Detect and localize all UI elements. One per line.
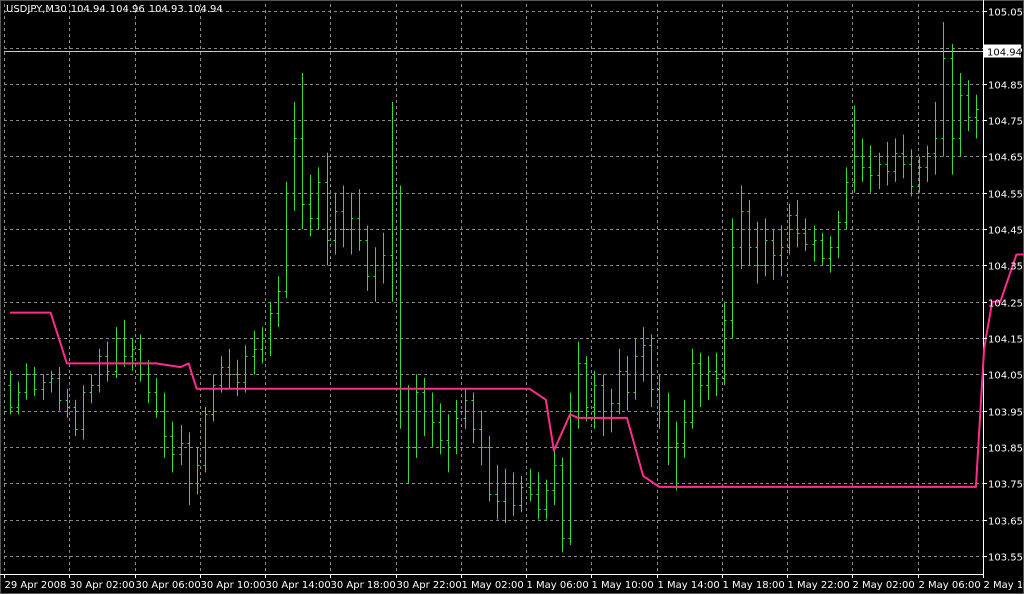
time-tick-label: 1 May 14:00 [658,580,720,591]
time-tick-label: 30 Apr 10:00 [201,580,266,591]
time-tick-label: 30 Apr 06:00 [136,580,201,591]
current-price-tag-label: 104.94 [987,48,1022,59]
time-tick-label: 30 Apr 22:00 [397,580,462,591]
chart-canvas[interactable]: 105.05104.95104.85104.75104.65104.55104.… [0,0,1024,594]
chart-window[interactable]: 105.05104.95104.85104.75104.65104.55104.… [0,0,1024,594]
price-tick-label: 104.85 [988,81,1023,92]
time-tick-label: 1 May 18:00 [723,580,785,591]
plot-background [0,0,1024,594]
low-value: 104.93 [148,4,184,15]
time-tick-label: 2 May 06:00 [919,580,981,591]
price-tick-label: 103.65 [988,517,1023,528]
price-tick-label: 104.05 [988,371,1023,382]
time-tick-label: 1 May 22:00 [788,580,850,591]
time-tick-label: 29 Apr 2008 [5,580,67,591]
time-tick-label: 1 May 02:00 [462,580,524,591]
time-tick-label: 30 Apr 14:00 [266,580,331,591]
time-tick-label: 2 May 10:00 [984,580,1024,591]
price-tick-label: 104.55 [988,190,1023,201]
time-tick-label: 30 Apr 18:00 [331,580,396,591]
price-tick-label: 104.15 [988,335,1023,346]
time-tick-label: 1 May 10:00 [592,580,654,591]
price-tick-label: 104.75 [988,117,1023,128]
price-tick-label: 105.05 [988,8,1023,19]
price-tick-label: 103.85 [988,444,1023,455]
price-tick-label: 104.25 [988,299,1023,310]
time-tick-label: 30 Apr 02:00 [70,580,135,591]
price-tick-label: 103.55 [988,553,1023,564]
price-tick-label: 103.75 [988,480,1023,491]
symbol-label: USDJPY,M30 [6,4,67,15]
current-price-tag: 104.94 [984,44,1022,59]
chart-header: USDJPY,M30 104.94 104.96 104.93 104.94 [6,4,227,15]
price-tick-label: 103.95 [988,408,1023,419]
close-value: 104.94 [187,4,223,15]
price-tick-label: 104.65 [988,153,1023,164]
open-value: 104.94 [70,4,106,15]
price-tick-label: 104.35 [988,262,1023,273]
high-value: 104.96 [109,4,145,15]
time-tick-label: 2 May 02:00 [853,580,915,591]
time-tick-label: 1 May 06:00 [527,580,589,591]
price-tick-label: 104.45 [988,226,1023,237]
